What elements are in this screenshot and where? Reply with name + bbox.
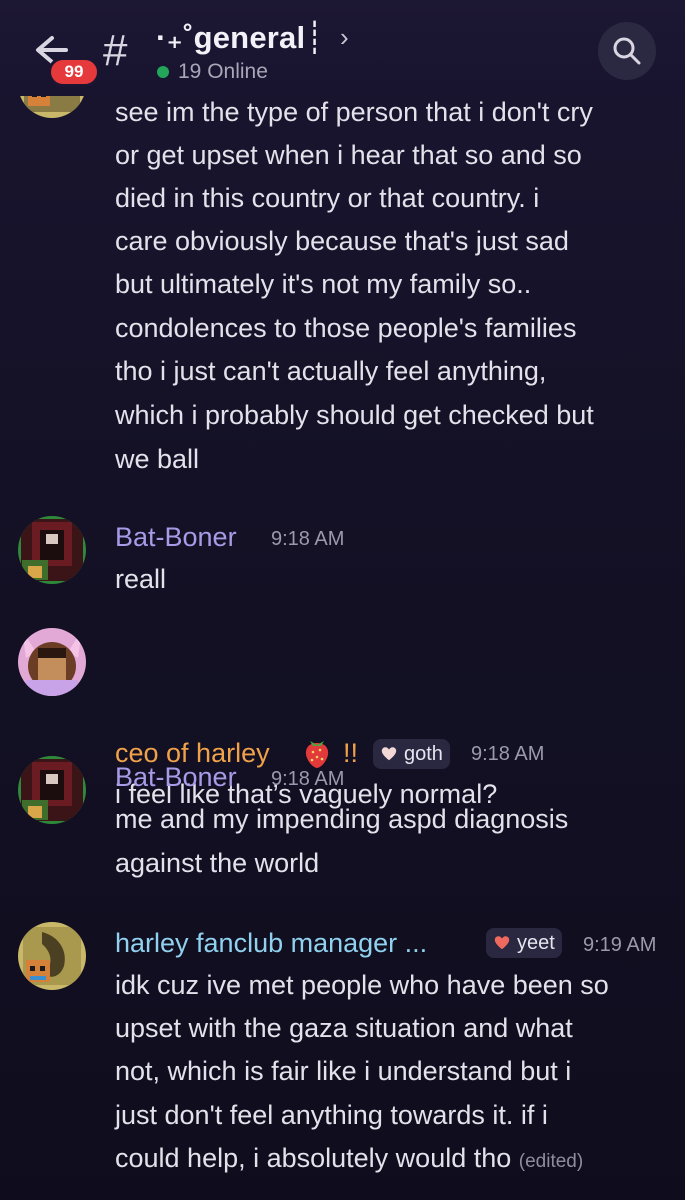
message-timestamp: 9:18 AM — [271, 768, 345, 790]
message-text: see im the type of person that i don't c… — [115, 97, 593, 127]
message-text: condolences to those people's families — [115, 313, 577, 343]
channel-header: 99 # ·₊˚general┊ › 19 Online — [0, 0, 685, 96]
message-timestamp: 9:19 AM — [583, 934, 657, 956]
message-text: upset with the gaza situation and what — [115, 1013, 573, 1043]
chevron-right-icon[interactable]: › — [340, 22, 349, 53]
message-text: which i probably should get checked but — [115, 400, 594, 430]
message-text: reall — [115, 564, 167, 594]
strawberry-icon — [305, 741, 329, 768]
unread-badge: 99 — [48, 57, 100, 87]
role-tag-label: yeet — [517, 931, 555, 954]
channel-title-button[interactable]: ·₊˚general┊ — [156, 16, 324, 60]
message-text: we ball — [115, 444, 200, 474]
online-count: 19 Online — [178, 60, 268, 83]
author-name[interactable]: Bat-Boner — [115, 762, 237, 793]
message-list[interactable]: see im the type of person that i don't c… — [0, 50, 685, 1200]
author-name[interactable]: harley fanclub manager ... — [115, 928, 427, 959]
heart-icon — [494, 936, 510, 950]
message-text: care obviously because that's just sad — [115, 226, 569, 256]
author-suffix: !! — [343, 738, 359, 768]
edited-label: (edited) — [518, 1151, 584, 1172]
channel-title: ·₊˚general┊ — [156, 20, 325, 55]
message-text: could help, i absolutely would tho (edit… — [115, 1136, 583, 1184]
search-button[interactable] — [598, 22, 656, 80]
avatar[interactable] — [18, 922, 86, 990]
heart-icon — [381, 747, 397, 761]
role-tag[interactable]: goth — [373, 739, 450, 769]
hash-icon: # — [103, 26, 128, 75]
message-text: against the world — [115, 848, 320, 878]
message-text: not, which is fair like i understand but… — [115, 1056, 572, 1086]
avatar[interactable] — [18, 756, 86, 824]
message-text: me and my impending aspd diagnosis — [115, 804, 569, 834]
online-dot-icon — [157, 66, 169, 78]
role-tag[interactable]: yeet — [486, 928, 562, 958]
message-timestamp: 9:18 AM — [271, 528, 345, 550]
search-icon — [613, 37, 641, 65]
author-name[interactable]: Bat-Boner — [115, 522, 237, 553]
avatar[interactable] — [18, 516, 86, 584]
message-text: idk cuz ive met people who have been so — [115, 970, 609, 1000]
message-text: just don't feel anything towards it. if … — [115, 1100, 548, 1130]
role-tag-label: goth — [404, 742, 443, 765]
message-text: or get upset when i hear that so and so — [115, 140, 582, 170]
message-timestamp: 9:18 AM — [471, 743, 545, 765]
message-text-segment: could help, i absolutely would tho — [115, 1143, 512, 1173]
message-text: tho i just can't actually feel anything, — [115, 356, 547, 386]
avatar[interactable] — [18, 628, 86, 696]
online-status: 19 Online — [157, 60, 268, 84]
message-text: died in this country or that country. i — [115, 183, 540, 213]
message-text: but ultimately it's not my family so.. — [115, 269, 532, 299]
